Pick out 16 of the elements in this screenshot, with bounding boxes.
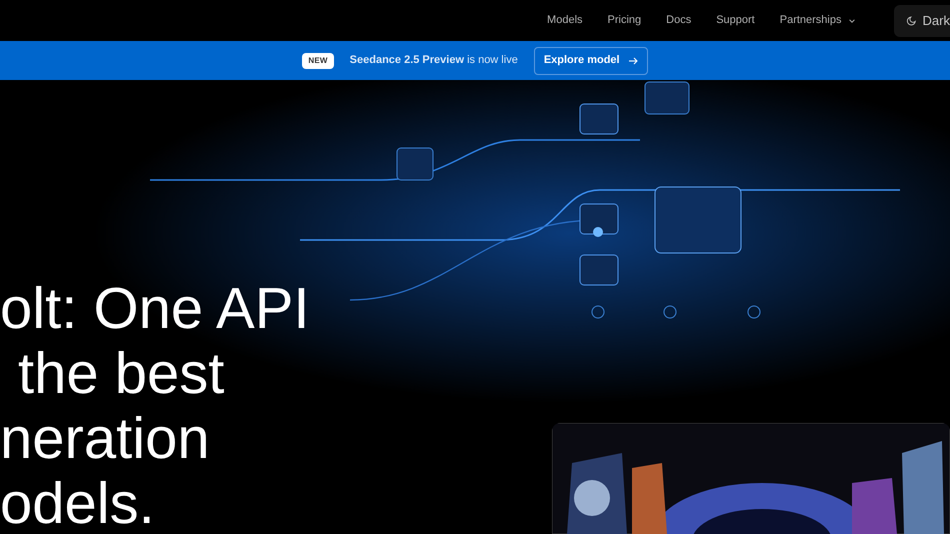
nav-link[interactable]: Pricing [595, 12, 654, 29]
nav-link[interactable]: Docs [654, 12, 704, 29]
chevron-down-icon [848, 16, 856, 24]
nav-link[interactable]: Support [704, 12, 768, 29]
arrow-right-icon [628, 56, 638, 66]
headline-line: olt: One API [0, 276, 310, 341]
nav-link[interactable]: Models [534, 12, 596, 29]
announcement-text: Seedance 2.5 Preview is now live [350, 53, 518, 68]
new-badge: NEW [302, 52, 334, 68]
explore-model-button[interactable]: Explore model [534, 46, 648, 74]
nav-link[interactable]: Partnerships [767, 12, 868, 29]
headline-line: neration [0, 406, 210, 471]
headline-line: the best [17, 341, 224, 406]
moon-icon [906, 14, 917, 26]
headline-line: odels. [0, 471, 155, 534]
theme-button[interactable]: Dark [894, 4, 950, 36]
